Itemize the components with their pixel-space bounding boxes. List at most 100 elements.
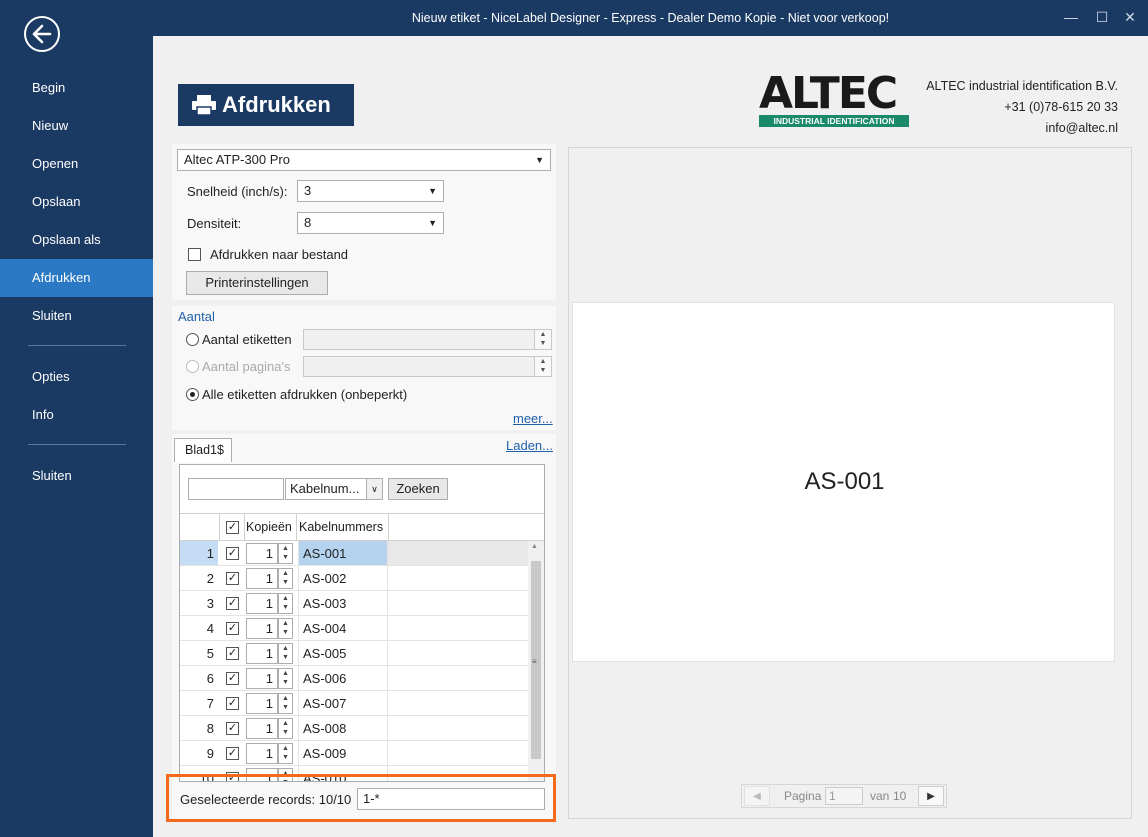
select-all-checkbox[interactable]: ✓ — [226, 521, 239, 534]
cable-number-cell: AS-008 — [298, 716, 388, 741]
copies-input[interactable]: 1 — [246, 668, 278, 689]
copies-stepper[interactable]: ▲▼ — [278, 668, 293, 689]
copies-stepper[interactable]: ▲▼ — [278, 543, 293, 564]
row-checkbox[interactable]: ✓ — [226, 547, 239, 560]
nav-sluiten[interactable]: Sluiten — [0, 297, 153, 335]
table-row[interactable]: 6 ✓ 1 ▲ ▼ AS-006 — [180, 666, 528, 691]
altec-logo: ALTEC INDUSTRIAL IDENTIFICATION — [759, 72, 913, 130]
search-input[interactable] — [188, 478, 284, 500]
radio-aantal-paginas-label: Aantal pagina's — [202, 359, 291, 374]
nav-opslaan-als[interactable]: Opslaan als — [0, 221, 153, 259]
page-label: Pagina — [784, 789, 822, 803]
row-checkbox[interactable]: ✓ — [226, 722, 239, 735]
table-row[interactable]: 8 ✓ 1 ▲ ▼ AS-008 — [180, 716, 528, 741]
printer-icon — [192, 95, 216, 115]
arrow-left-icon — [32, 24, 52, 44]
row-checkbox[interactable]: ✓ — [226, 697, 239, 710]
page-title: Afdrukken — [178, 84, 354, 126]
row-checkbox[interactable]: ✓ — [226, 572, 239, 585]
search-button[interactable]: Zoeken — [388, 478, 448, 500]
labels-count-input[interactable] — [303, 329, 535, 350]
company-name: ALTEC industrial identification B.V. — [926, 79, 1118, 93]
grid-header: ✓ Kopieën Kabelnummers — [180, 513, 544, 541]
nav-afdrukken[interactable]: Afdrukken — [0, 259, 153, 297]
copies-input[interactable]: 1 — [246, 693, 278, 714]
search-field-select[interactable]: Kabelnum... ∨ — [285, 478, 383, 500]
nav-opslaan[interactable]: Opslaan — [0, 183, 153, 221]
nav-info[interactable]: Info — [0, 396, 153, 434]
nav-sluiten-app[interactable]: Sluiten — [0, 457, 153, 495]
labels-count-stepper[interactable]: ▲ ▼ — [534, 329, 552, 350]
tab-blad1[interactable]: Blad1$ — [174, 438, 232, 462]
quantity-panel: Aantal Aantal etiketten ▲ ▼ Aantal pagina… — [172, 306, 556, 430]
previous-page-button[interactable]: ◀ — [744, 786, 770, 806]
page-input[interactable]: 1 — [825, 787, 863, 805]
back-button[interactable] — [24, 16, 60, 52]
copies-stepper[interactable]: ▲▼ — [278, 693, 293, 714]
row-number: 5 — [206, 646, 214, 661]
copies-input[interactable]: 1 — [246, 718, 278, 739]
row-checkbox[interactable]: ✓ — [226, 672, 239, 685]
radio-aantal-etiketten[interactable] — [186, 333, 199, 346]
backstage-sidebar: Begin Nieuw Openen Opslaan Opslaan als A… — [0, 0, 153, 837]
chevron-down-icon: ▼ — [428, 218, 437, 228]
more-link[interactable]: meer... — [513, 411, 553, 426]
row-checkbox[interactable]: ✓ — [226, 747, 239, 760]
copies-stepper[interactable]: ▲▼ — [278, 618, 293, 639]
column-header-cable[interactable]: Kabelnummers — [299, 520, 383, 534]
pages-count-stepper[interactable]: ▲ ▼ — [534, 356, 552, 377]
copies-stepper[interactable]: ▲▼ — [278, 718, 293, 739]
maximize-button[interactable]: ☐ — [1091, 6, 1113, 28]
nav-nieuw[interactable]: Nieuw — [0, 107, 153, 145]
table-row[interactable]: 5 ✓ 1 ▲ ▼ AS-005 — [180, 641, 528, 666]
radio-aantal-paginas[interactable] — [186, 360, 199, 373]
table-row[interactable]: 3 ✓ 1 ▲ ▼ AS-003 — [180, 591, 528, 616]
copies-input[interactable]: 1 — [246, 643, 278, 664]
copies-input[interactable]: 1 — [246, 618, 278, 639]
pager: ◀ Pagina 1 van 10 ▶ — [741, 784, 947, 808]
copies-input[interactable]: 1 — [246, 568, 278, 589]
column-header-copies[interactable]: Kopieën — [246, 520, 292, 534]
speed-select[interactable]: 3 ▼ — [297, 180, 444, 202]
row-number: 9 — [206, 746, 214, 761]
copies-stepper[interactable]: ▲▼ — [278, 593, 293, 614]
radio-alle-etiketten[interactable] — [186, 388, 199, 401]
label-preview-panel: AS-001 — [568, 147, 1132, 819]
density-select[interactable]: 8 ▼ — [297, 212, 444, 234]
table-row[interactable]: 1 ✓ 1 ▲ ▼ AS-001 — [180, 541, 528, 566]
row-checkbox[interactable]: ✓ — [226, 647, 239, 660]
load-link[interactable]: Laden... — [506, 438, 553, 453]
printer-select[interactable]: Altec ATP-300 Pro ▼ — [177, 149, 551, 171]
row-number: 6 — [206, 671, 214, 686]
table-row[interactable]: 7 ✓ 1 ▲ ▼ AS-007 — [180, 691, 528, 716]
copies-stepper[interactable]: ▲▼ — [278, 568, 293, 589]
print-to-file-checkbox[interactable] — [188, 248, 201, 261]
title-bar: Nieuw etiket - NiceLabel Designer - Expr… — [153, 0, 1148, 36]
copies-input[interactable]: 1 — [246, 543, 278, 564]
label-preview: AS-001 — [572, 302, 1115, 662]
nav-opties[interactable]: Opties — [0, 358, 153, 396]
table-row[interactable]: 2 ✓ 1 ▲ ▼ AS-002 — [180, 566, 528, 591]
row-checkbox[interactable]: ✓ — [226, 597, 239, 610]
nav-openen[interactable]: Openen — [0, 145, 153, 183]
scroll-up-icon[interactable]: ▲ — [531, 543, 538, 550]
cable-number-cell: AS-002 — [298, 566, 388, 591]
printer-settings-button[interactable]: Printerinstellingen — [186, 271, 328, 295]
window-title: Nieuw etiket - NiceLabel Designer - Expr… — [411, 11, 890, 25]
copies-input[interactable]: 1 — [246, 593, 278, 614]
nav-begin[interactable]: Begin — [0, 69, 153, 107]
table-row[interactable]: 9 ✓ 1 ▲ ▼ AS-009 — [180, 741, 528, 766]
row-number: 2 — [206, 571, 214, 586]
grid-scrollbar[interactable]: ▲ ≡ — [528, 541, 544, 781]
copies-stepper[interactable]: ▲▼ — [278, 743, 293, 764]
copies-stepper[interactable]: ▲▼ — [278, 643, 293, 664]
copies-input[interactable]: 1 — [246, 743, 278, 764]
minimize-button[interactable]: — — [1060, 6, 1082, 28]
pages-count-input[interactable] — [303, 356, 535, 377]
row-checkbox[interactable]: ✓ — [226, 622, 239, 635]
cable-number-cell: AS-001 — [298, 541, 388, 566]
close-button[interactable]: ✕ — [1119, 6, 1141, 28]
next-page-button[interactable]: ▶ — [918, 786, 944, 806]
print-to-file-label: Afdrukken naar bestand — [210, 247, 349, 262]
table-row[interactable]: 4 ✓ 1 ▲ ▼ AS-004 — [180, 616, 528, 641]
